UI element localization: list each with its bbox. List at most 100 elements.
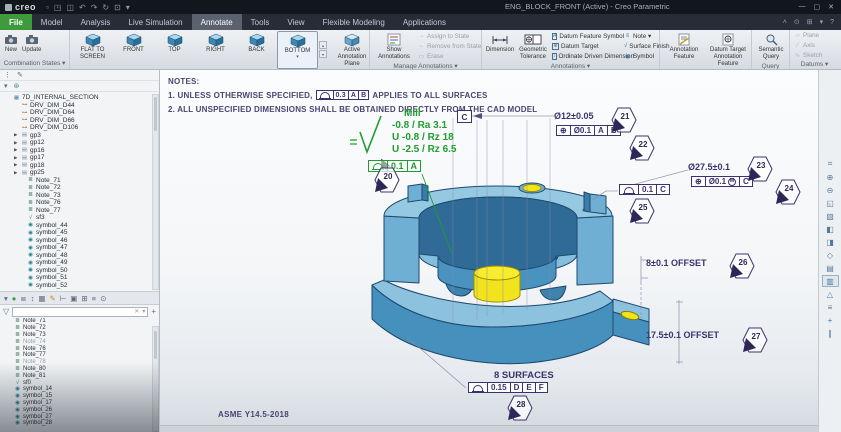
ribbon-tab[interactable]: Annotate bbox=[192, 14, 242, 30]
edit-icon[interactable]: ✎ bbox=[49, 294, 55, 303]
tree-item[interactable]: ▶ ⊶ DRV_DIM_D44 bbox=[0, 102, 159, 110]
annotation-list-item[interactable]: ≣ Note_74 bbox=[0, 338, 159, 345]
annotation-plane-button[interactable]: FRONT bbox=[113, 31, 154, 69]
find-icon[interactable]: ⊙ bbox=[100, 294, 106, 303]
group-label-datums[interactable]: Datums ▾ bbox=[790, 60, 839, 69]
minimize-button[interactable]: — bbox=[799, 3, 806, 11]
annotation-list-item[interactable]: ≣ Note_71 bbox=[0, 318, 159, 325]
refit-icon[interactable]: ◱ bbox=[822, 197, 839, 209]
active-annotation-plane-button[interactable]: Active Annotation Plane bbox=[328, 31, 376, 69]
repaint-icon[interactable]: ▧ bbox=[822, 210, 839, 222]
clear-filter-icon[interactable]: ✕ bbox=[134, 308, 139, 315]
annotation-list-item[interactable]: ◉ symbol_17 bbox=[0, 400, 159, 407]
diameter-dimension-12[interactable]: Ø12±0.05 bbox=[554, 111, 593, 121]
save-icon[interactable]: ◫ bbox=[66, 3, 74, 12]
brush-icon[interactable]: ✎ bbox=[17, 71, 23, 79]
annotation-item[interactable]: ≡ Note ▾ bbox=[624, 32, 664, 41]
undo-icon[interactable]: ↶ bbox=[79, 3, 86, 12]
ribbon-tab[interactable]: View bbox=[278, 14, 313, 30]
tree-item[interactable]: ▶ ≣ Note_76 bbox=[0, 199, 159, 207]
annotation-item[interactable]: A Datum Feature Symbol bbox=[552, 32, 620, 41]
filter-dropdown-icon[interactable]: ▾ bbox=[4, 294, 8, 303]
expand-arrow-icon[interactable]: ▶ bbox=[14, 147, 19, 153]
ribbon-tab[interactable]: Flexible Modeling bbox=[314, 14, 394, 30]
expand-arrow-icon[interactable]: ▶ bbox=[14, 170, 19, 176]
tree-item[interactable]: ▶ ⊶ DRV_DIM_D66 bbox=[0, 117, 159, 125]
search-icon[interactable]: ⊙ bbox=[794, 18, 800, 26]
annotation-list-item[interactable]: ◉ symbol_26 bbox=[0, 406, 159, 413]
help-icon[interactable]: ? bbox=[830, 19, 834, 26]
annotation-plane-button[interactable]: RIGHT bbox=[195, 31, 236, 69]
tree-item[interactable]: ▶ ⊶ DRV_DIM_D64 bbox=[0, 109, 159, 117]
view-manager-icon[interactable]: ▥ bbox=[822, 275, 839, 287]
offset-dimension-8[interactable]: 8±0.1 OFFSET bbox=[646, 258, 706, 268]
close-button[interactable]: ✕ bbox=[828, 3, 834, 11]
grid-view-icon[interactable]: ▦ bbox=[38, 294, 45, 303]
sort-icon[interactable]: ↕ bbox=[31, 294, 35, 303]
annotation-item[interactable]: ↕ Ordinate Driven Dimension bbox=[552, 52, 620, 61]
datum-display-icon[interactable]: △ bbox=[822, 288, 839, 300]
regenerate-icon[interactable]: ↻ bbox=[102, 3, 109, 12]
resize-icon[interactable]: ⊞ bbox=[807, 18, 813, 26]
new-combination-state-button[interactable]: New bbox=[2, 31, 20, 59]
datum-feature-c[interactable]: C bbox=[457, 110, 472, 123]
expand-arrow-icon[interactable]: ▶ bbox=[14, 162, 19, 168]
window-icon[interactable]: ⊡ bbox=[114, 3, 121, 12]
ribbon-tab[interactable]: Applications bbox=[394, 14, 455, 30]
annotation-item[interactable]: ◉ Symbol bbox=[624, 52, 664, 61]
dimension-button[interactable]: Dimension bbox=[484, 31, 516, 62]
tree-item[interactable]: ▶ ◉ symbol_44 bbox=[0, 222, 159, 230]
profile-fcf-top-face[interactable]: 0.1 C bbox=[619, 184, 670, 195]
annotation-list-item[interactable]: ◉ symbol_28 bbox=[0, 420, 159, 427]
saved-orientations-icon[interactable]: ▤ bbox=[822, 262, 839, 274]
more-icon[interactable]: ▾ bbox=[126, 3, 130, 12]
datum-target-annotation-feature-button[interactable]: Datum Target Annotation Feature bbox=[706, 31, 750, 69]
annotation-display-icon[interactable]: ≡ bbox=[822, 301, 839, 313]
tree-item[interactable]: ▶ ◉ symbol_50 bbox=[0, 267, 159, 275]
ribbon-tab[interactable]: Analysis bbox=[72, 14, 120, 30]
ribbon-tab[interactable]: Model bbox=[32, 14, 72, 30]
tree-item[interactable]: ▶ ◉ symbol_49 bbox=[0, 259, 159, 267]
annotation-plane-button[interactable]: BOTTOM bbox=[277, 31, 318, 69]
tree-item[interactable]: ▶ ≣ Note_72 bbox=[0, 184, 159, 192]
tree-item[interactable]: ▶ ⊶ DRV_DIM_D106 bbox=[0, 124, 159, 132]
tree-item[interactable]: ▶ ◉ symbol_46 bbox=[0, 237, 159, 245]
filter-dropdown-icon[interactable]: ▾ bbox=[142, 308, 145, 315]
balloon-22[interactable]: 22 bbox=[629, 135, 655, 161]
tree-item[interactable]: ▶ ≣ Note_77 bbox=[0, 207, 159, 215]
list-view-icon[interactable]: ≣ bbox=[20, 294, 26, 303]
balloon-24[interactable]: 24 bbox=[775, 179, 801, 205]
shaded-view-icon[interactable]: ◧ bbox=[822, 223, 839, 235]
minimize-ribbon-icon[interactable]: ˄ bbox=[783, 19, 787, 26]
annotation-list-item[interactable]: ◉ symbol_14 bbox=[0, 386, 159, 393]
region-zoom-icon[interactable]: ⌗ bbox=[822, 158, 839, 170]
balloon-25[interactable]: 25 bbox=[629, 198, 655, 224]
datum-item[interactable]: ▱ Plane bbox=[794, 31, 822, 40]
annotation-plane-button[interactable]: TOP bbox=[154, 31, 195, 69]
options-icon[interactable]: ▾ bbox=[820, 18, 824, 26]
state-icon[interactable]: ● bbox=[12, 294, 17, 303]
redo-icon[interactable]: ↷ bbox=[91, 3, 98, 12]
annotation-feature-button[interactable]: Annotation Feature bbox=[662, 31, 706, 69]
tree-filter-icon[interactable]: ▾ bbox=[4, 82, 8, 90]
annotation-item[interactable]: ⊕ Datum Target bbox=[552, 42, 620, 51]
manage-annotation-item[interactable]: → Assign to State bbox=[418, 32, 481, 41]
list-scrollbar[interactable] bbox=[152, 326, 159, 432]
tree-item[interactable]: ▶ ▦ 7D_INTERNAL_SECTION bbox=[0, 94, 159, 102]
balloon-26[interactable]: 26 bbox=[729, 253, 755, 279]
tree-item[interactable]: ▶ ▤ gp18 bbox=[0, 162, 159, 170]
annotation-list-item[interactable]: ≣ Note_78 bbox=[0, 359, 159, 366]
profile-fcf-8-surfaces[interactable]: 0.15 D E F bbox=[468, 382, 548, 393]
new-file-icon[interactable]: ▫ bbox=[46, 3, 49, 12]
tree-item[interactable]: ▶ ◉ symbol_47 bbox=[0, 244, 159, 252]
annotation-list-item[interactable]: √ sf0 bbox=[0, 379, 159, 386]
graphics-area[interactable]: NOTES: 1. UNLESS OTHERWISE SPECIFIED, 0.… bbox=[160, 70, 818, 432]
expand-arrow-icon[interactable]: ▶ bbox=[14, 155, 19, 161]
annotation-list-item[interactable]: ≣ Note_81 bbox=[0, 372, 159, 379]
annotation-list-item[interactable]: ≣ Note_73 bbox=[0, 332, 159, 339]
tree-item[interactable]: ▶ ≣ Note_71 bbox=[0, 177, 159, 185]
diameter-dimension-27-5[interactable]: Ø27.5±0.1 bbox=[688, 162, 730, 172]
expand-arrow-icon[interactable]: ▶ bbox=[14, 132, 19, 138]
add-filter-icon[interactable]: + bbox=[151, 307, 156, 316]
maximize-button[interactable]: ▢ bbox=[814, 3, 821, 11]
